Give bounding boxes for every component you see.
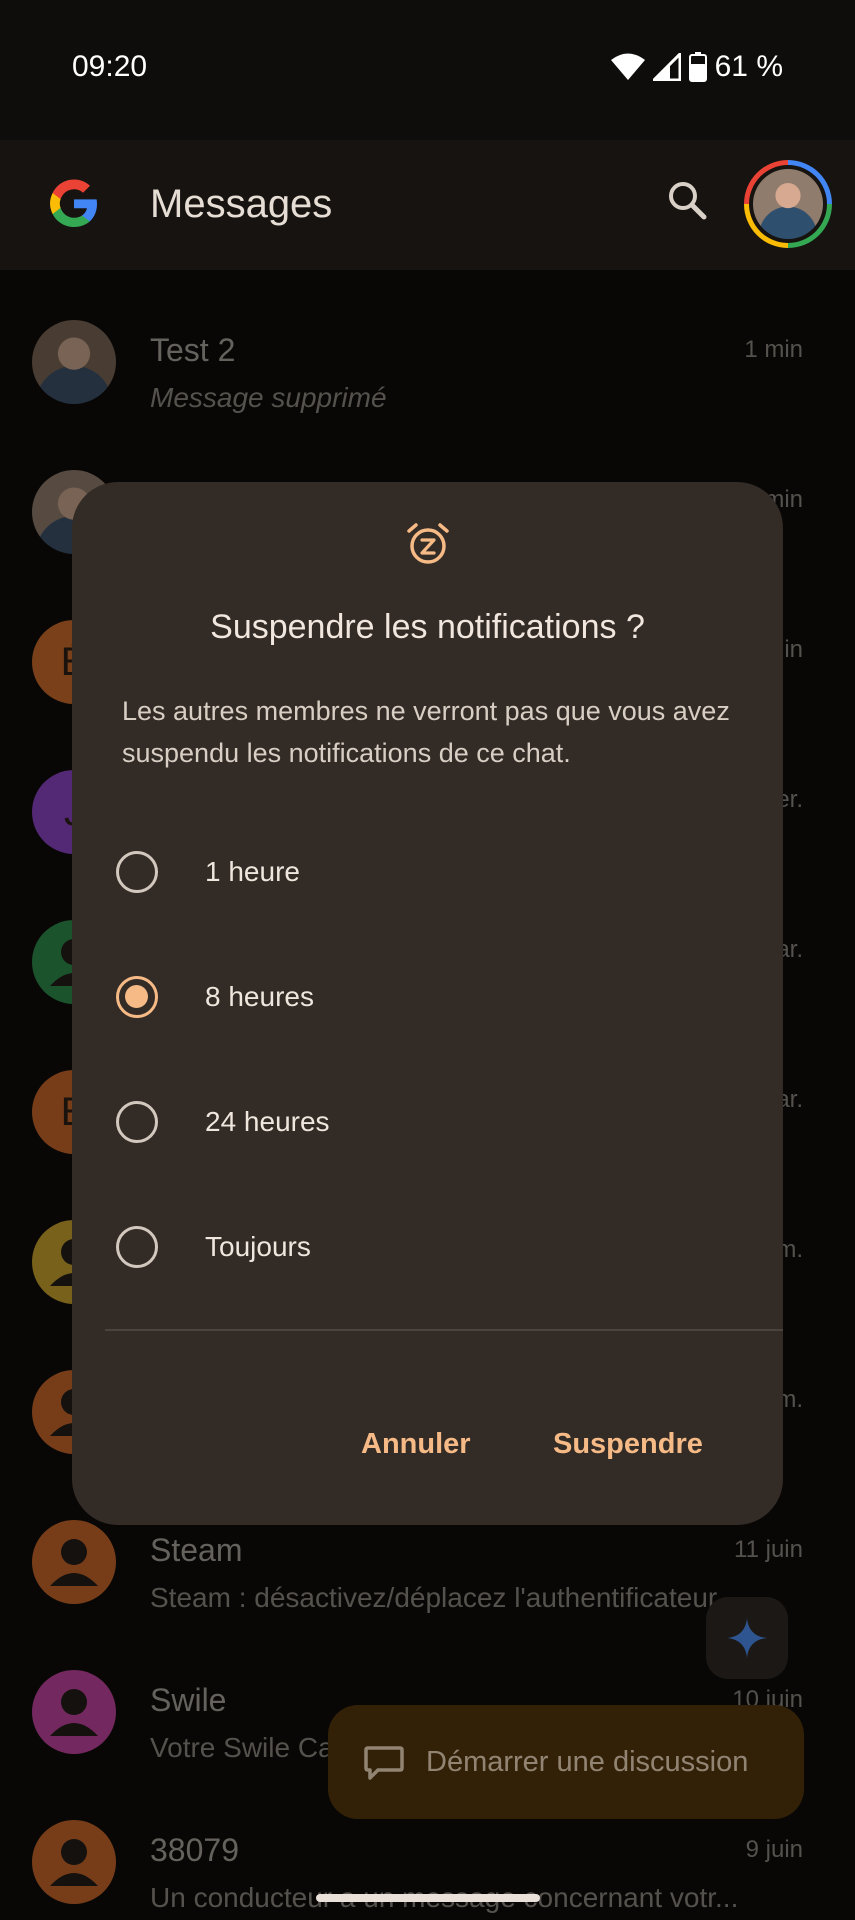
app-title: Messages — [150, 182, 333, 226]
dialog-title: Suspendre les notifications ? — [210, 608, 645, 646]
radio-button[interactable] — [116, 1226, 158, 1268]
radio-button-selected[interactable] — [116, 976, 158, 1018]
dialog-divider — [105, 1329, 783, 1331]
snooze-alarm-icon — [407, 523, 449, 564]
option-label: 8 heures — [205, 981, 314, 1012]
dialog-description: Les autres membres ne verront pas que vo… — [122, 696, 730, 768]
cancel-button[interactable]: Annuler — [361, 1428, 471, 1461]
google-logo-icon — [50, 179, 97, 227]
option-24-hours[interactable]: 24 heures — [72, 1067, 783, 1177]
status-time: 09:20 — [72, 50, 148, 83]
cellular-signal-icon — [652, 53, 681, 81]
option-label: 1 heure — [205, 856, 300, 887]
battery-percent: 61 % — [714, 50, 783, 83]
snooze-dialog: Suspendre les notifications ? Les autres… — [72, 482, 783, 1525]
snooze-confirm-button[interactable]: Suspendre — [553, 1428, 703, 1461]
option-1-hour[interactable]: 1 heure — [72, 817, 783, 927]
profile-avatar[interactable] — [744, 160, 832, 248]
radio-button[interactable] — [116, 1101, 158, 1143]
option-label: 24 heures — [205, 1106, 330, 1137]
status-icons: 61 % — [610, 50, 783, 84]
option-always[interactable]: Toujours — [72, 1192, 783, 1302]
battery-icon — [688, 52, 707, 82]
search-icon[interactable] — [665, 178, 709, 222]
app-bar — [0, 140, 855, 270]
home-indicator[interactable] — [316, 1894, 540, 1902]
wifi-icon — [610, 53, 645, 80]
status-bar: 09:20 61 % — [0, 0, 855, 140]
option-8-hours[interactable]: 8 heures — [72, 942, 783, 1052]
option-label: Toujours — [205, 1231, 311, 1262]
radio-button[interactable] — [116, 851, 158, 893]
